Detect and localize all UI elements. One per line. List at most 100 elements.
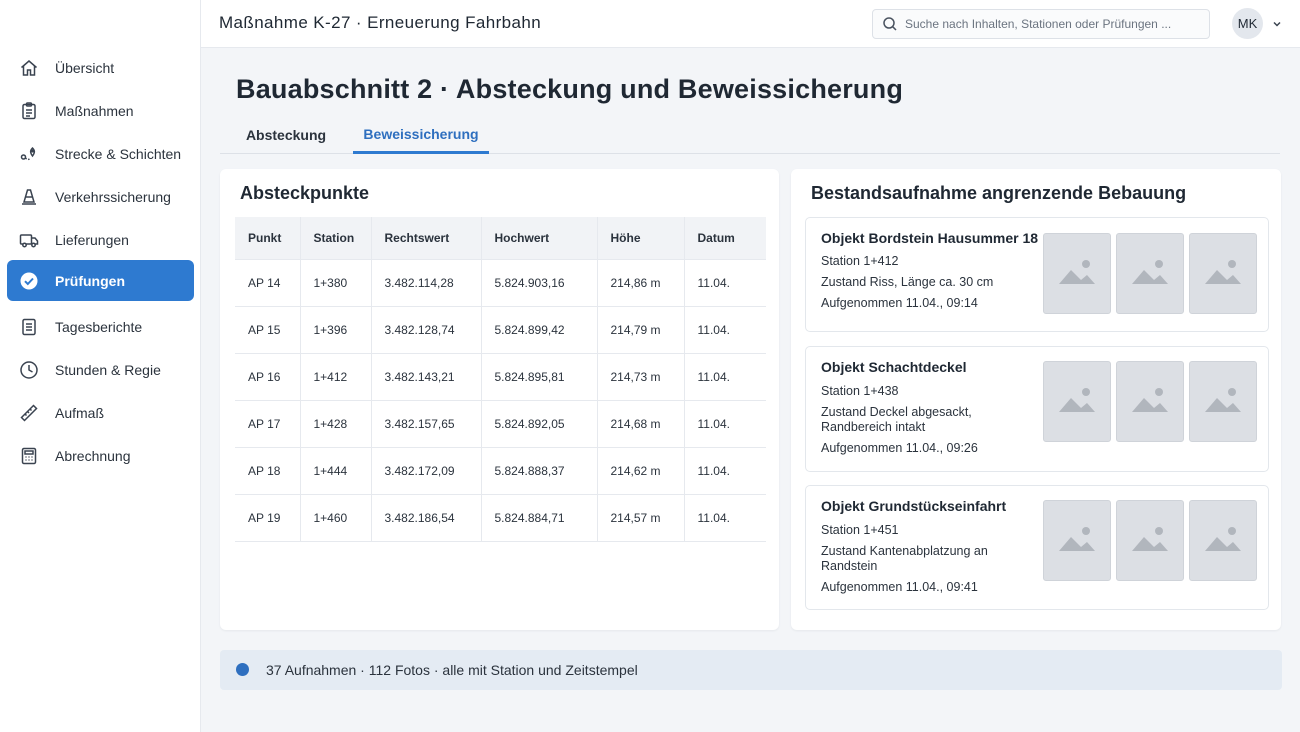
cell-hochwert: 5.824.884,71 xyxy=(481,493,598,542)
cell-station: 1+412 xyxy=(300,352,372,400)
image-placeholder-icon xyxy=(1130,256,1170,291)
search-icon xyxy=(882,16,898,32)
image-placeholder-icon xyxy=(1057,256,1097,291)
calculator-icon xyxy=(19,446,39,466)
sidebar-item-strecke[interactable]: Strecke & Schichten xyxy=(7,133,194,174)
cell-station: 1+460 xyxy=(300,493,372,542)
column-header[interactable]: Höhe xyxy=(597,217,685,259)
photo-thumbnail[interactable] xyxy=(1043,361,1111,442)
cell-hoehe: 214,62 m xyxy=(597,446,685,494)
cell-station: 1+428 xyxy=(300,399,372,447)
photo-thumbnail[interactable] xyxy=(1043,500,1111,581)
table-row[interactable]: AP 16 1+412 3.482.143,21 5.824.895,81 21… xyxy=(235,352,766,400)
column-header[interactable]: Punkt xyxy=(235,217,301,259)
truck-icon xyxy=(19,230,39,250)
search-box[interactable] xyxy=(872,9,1210,39)
status-text: 37 Aufnahmen · 112 Fotos · alle mit Stat… xyxy=(266,662,638,678)
cell-punkt: AP 16 xyxy=(235,352,301,400)
cell-station: 1+444 xyxy=(300,446,372,494)
column-header[interactable]: Station xyxy=(300,217,372,259)
cell-rechtswert: 3.482.186,54 xyxy=(371,493,482,542)
sidebar-item-label: Abrechnung xyxy=(55,447,131,464)
sidebar-item-label: Aufmaß xyxy=(55,404,105,421)
cell-hochwert: 5.824.892,05 xyxy=(481,399,598,447)
cell-hochwert: 5.824.895,81 xyxy=(481,352,598,400)
tab-beweissicherung[interactable]: Beweissicherung xyxy=(353,116,489,154)
photo-thumbnail[interactable] xyxy=(1043,233,1111,314)
object-condition: Zustand Deckel abgesackt, Randbereich in… xyxy=(821,405,972,434)
cell-hochwert: 5.824.903,16 xyxy=(481,258,598,306)
route-icon xyxy=(19,144,39,164)
cell-rechtswert: 3.482.157,65 xyxy=(371,399,482,447)
sidebar-item-label: Übersicht xyxy=(55,59,115,76)
tab-bar: Absteckung Beweissicherung xyxy=(220,116,1280,154)
survey-object-card[interactable]: Objekt Grundstückseinfahrt Station 1+451… xyxy=(805,485,1269,610)
table-row[interactable]: AP 18 1+444 3.482.172,09 5.824.888,37 21… xyxy=(235,446,766,494)
tab-absteckung[interactable]: Absteckung xyxy=(236,116,336,154)
photo-strip xyxy=(1043,500,1257,581)
cell-datum: 11.04. xyxy=(684,258,766,306)
photo-thumbnail[interactable] xyxy=(1189,500,1257,581)
image-placeholder-icon xyxy=(1057,523,1097,558)
table-row[interactable]: AP 14 1+380 3.482.114,28 5.824.903,16 21… xyxy=(235,258,766,306)
cell-punkt: AP 18 xyxy=(235,446,301,494)
status-bar: 37 Aufnahmen · 112 Fotos · alle mit Stat… xyxy=(220,650,1282,690)
sidebar-item-label: Stunden & Regie xyxy=(55,361,161,378)
home-icon xyxy=(19,58,39,78)
object-title: Objekt Schachtdeckel xyxy=(821,359,967,375)
sidebar-item-pruefungen[interactable]: Prüfungen xyxy=(7,260,194,301)
clock-icon xyxy=(19,360,39,380)
sidebar: Übersicht Maßnahmen Strecke & Schichten … xyxy=(0,0,201,732)
photo-thumbnail[interactable] xyxy=(1116,233,1184,314)
table-row[interactable]: AP 19 1+460 3.482.186,54 5.824.884,71 21… xyxy=(235,493,766,542)
cell-hoehe: 214,73 m xyxy=(597,352,685,400)
sidebar-item-uebersicht[interactable]: Übersicht xyxy=(7,47,194,88)
sidebar-item-stunden[interactable]: Stunden & Regie xyxy=(7,349,194,390)
cell-rechtswert: 3.482.114,28 xyxy=(371,258,482,306)
sidebar-item-aufmass[interactable]: Aufmaß xyxy=(7,392,194,433)
sidebar-item-label: Lieferungen xyxy=(55,231,129,248)
page-title: Bauabschnitt 2 · Absteckung und Beweissi… xyxy=(236,74,904,104)
image-placeholder-icon xyxy=(1203,523,1243,558)
sidebar-item-tagesberichte[interactable]: Tagesberichte xyxy=(7,306,194,347)
photo-strip xyxy=(1043,233,1257,314)
photo-thumbnail[interactable] xyxy=(1189,361,1257,442)
cell-datum: 11.04. xyxy=(684,305,766,353)
survey-object-card[interactable]: Objekt Schachtdeckel Station 1+438 Zusta… xyxy=(805,346,1269,472)
table-row[interactable]: AP 17 1+428 3.482.157,65 5.824.892,05 21… xyxy=(235,399,766,447)
topbar: Maßnahme K-27 · Erneuerung Fahrbahn MK xyxy=(201,0,1300,48)
object-station: Station 1+412 xyxy=(821,254,899,268)
column-header[interactable]: Hochwert xyxy=(481,217,598,259)
photo-thumbnail[interactable] xyxy=(1116,361,1184,442)
image-placeholder-icon xyxy=(1203,384,1243,419)
cell-datum: 11.04. xyxy=(684,399,766,447)
points-card-title: Absteckpunkte xyxy=(240,183,370,203)
sidebar-item-label: Maßnahmen xyxy=(55,102,134,119)
photo-thumbnail[interactable] xyxy=(1189,233,1257,314)
survey-card-title: Bestandsaufnahme angrenzende Bebauung xyxy=(811,183,1187,203)
sidebar-item-label: Tagesberichte xyxy=(55,318,143,335)
cell-datum: 11.04. xyxy=(684,446,766,494)
photo-thumbnail[interactable] xyxy=(1116,500,1184,581)
sidebar-item-verkehrssicherung[interactable]: Verkehrssicherung xyxy=(7,176,194,217)
chevron-down-icon[interactable] xyxy=(1271,17,1283,29)
table-row[interactable]: AP 15 1+396 3.482.128,74 5.824.899,42 21… xyxy=(235,305,766,353)
sidebar-item-lieferungen[interactable]: Lieferungen xyxy=(7,219,194,260)
cell-datum: 11.04. xyxy=(684,352,766,400)
cell-rechtswert: 3.482.143,21 xyxy=(371,352,482,400)
image-placeholder-icon xyxy=(1057,384,1097,419)
clipboard-icon xyxy=(19,101,39,121)
avatar[interactable]: MK xyxy=(1232,8,1263,39)
column-header[interactable]: Rechtswert xyxy=(371,217,482,259)
photo-strip xyxy=(1043,361,1257,442)
search-input[interactable] xyxy=(905,10,1205,38)
image-placeholder-icon xyxy=(1130,523,1170,558)
traffic-cone-icon xyxy=(19,187,39,207)
column-header[interactable]: Datum xyxy=(684,217,766,259)
points-card: Absteckpunkte Punkt Station Rechtswert H… xyxy=(220,169,779,630)
sidebar-item-abrechnung[interactable]: Abrechnung xyxy=(7,435,194,476)
check-circle-icon xyxy=(19,271,39,291)
survey-object-card[interactable]: Objekt Bordstein Hausummer 18 Station 1+… xyxy=(805,217,1269,332)
cell-hochwert: 5.824.899,42 xyxy=(481,305,598,353)
sidebar-item-massnahmen[interactable]: Maßnahmen xyxy=(7,90,194,131)
